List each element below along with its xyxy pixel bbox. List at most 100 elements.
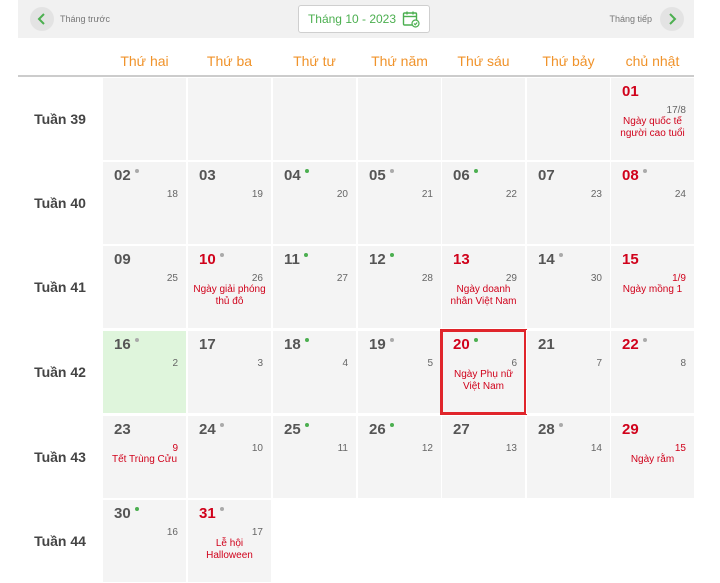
day-cell[interactable]: 08 24 [610, 161, 695, 245]
next-month-button[interactable]: Tháng tiếp [609, 7, 684, 31]
day-cell[interactable]: 11 27 [272, 245, 357, 329]
good-day-dot-icon [389, 253, 394, 257]
lunar-day-number: 4 [342, 358, 348, 369]
weekday-header: Thứ hai Thứ ba Thứ tư Thứ năm Thứ sáu Thứ bảy… [18, 48, 694, 74]
lunar-day-number: 25 [166, 273, 178, 284]
empty-day-cell [272, 77, 357, 161]
day-cell[interactable]: 01 17/8 Ngày quốc tế người cao tuổi [610, 77, 695, 161]
weekday-label: Thứ tư [293, 53, 336, 69]
lunar-day-number: 3 [257, 358, 263, 369]
weekday-label: Thứ ba [206, 53, 253, 69]
lunar-day-number: 18 [166, 189, 178, 200]
day-number-text: 25 [284, 421, 301, 438]
good-day-dot-icon [473, 169, 478, 173]
day-cell[interactable]: 21 7 [526, 330, 611, 414]
event-dot-icon [219, 507, 224, 511]
solar-day-number: 24 [199, 421, 224, 438]
day-cell[interactable]: 02 18 [102, 161, 187, 245]
week-number-label: Tuần 42 [34, 364, 86, 380]
day-cell[interactable]: 14 30 [526, 245, 611, 329]
prev-month-label: Tháng trước [60, 14, 110, 24]
day-number-text: 16 [114, 336, 131, 353]
day-cell[interactable]: 15 1/9 Ngày mồng 1 [610, 245, 695, 329]
solar-day-number: 23 [114, 421, 131, 438]
day-cell[interactable]: 17 3 [187, 330, 272, 414]
weekday-label: Thứ năm [371, 53, 428, 69]
day-cell[interactable]: 13 29 Ngày doanh nhân Việt Nam [441, 245, 526, 329]
day-cell[interactable]: 25 11 [272, 415, 357, 499]
day-cell[interactable]: 10 26 Ngày giải phóng thủ đô [187, 245, 272, 329]
day-cell[interactable]: 12 28 [357, 245, 442, 329]
holiday-label: Ngày doanh nhân Việt Nam [450, 284, 517, 307]
empty-day-cell [357, 499, 442, 583]
day-cell[interactable]: 18 4 [272, 330, 357, 414]
good-day-dot-icon [304, 338, 309, 342]
day-number-text: 31 [199, 505, 216, 522]
day-cell[interactable]: 31 17 Lễ hội Halloween [187, 499, 272, 583]
day-cell[interactable]: 07 23 [526, 161, 611, 245]
prev-month-button[interactable]: Tháng trước [30, 7, 110, 31]
lunar-day-number: 17/8 [666, 105, 686, 116]
week-number-label: Tuần 39 [34, 111, 86, 127]
day-cell[interactable]: 03 19 [187, 161, 272, 245]
day-cell[interactable]: 28 14 [526, 415, 611, 499]
lunar-day-number: 9 [172, 443, 178, 454]
solar-day-number: 11 [284, 251, 308, 268]
day-number-text: 15 [622, 251, 639, 268]
empty-day-cell [441, 499, 526, 583]
empty-day-cell [526, 499, 611, 583]
day-cell[interactable]: 19 5 [357, 330, 442, 414]
day-cell[interactable]: 22 8 [610, 330, 695, 414]
solar-day-number: 05 [369, 167, 394, 184]
empty-day-cell [187, 77, 272, 161]
holiday-label: Ngày quốc tế người cao tuổi [620, 116, 685, 139]
lunar-day-number: 28 [421, 273, 433, 284]
lunar-day-number: 1/9 [672, 273, 686, 284]
day-cell[interactable]: 27 13 [441, 415, 526, 499]
day-number-text: 10 [199, 251, 216, 268]
lunar-day-number: 2 [172, 358, 178, 369]
lunar-day-number: 12 [421, 443, 433, 454]
good-day-dot-icon [304, 169, 309, 173]
lunar-day-number: 11 [337, 443, 348, 454]
day-cell[interactable]: 26 12 [357, 415, 442, 499]
solar-day-number: 22 [622, 336, 647, 353]
good-day-dot-icon [303, 253, 308, 257]
solar-day-number: 01 [622, 83, 639, 100]
selected-day-highlight [440, 329, 527, 415]
month-picker[interactable]: Tháng 10 - 2023 [298, 5, 430, 33]
day-cell[interactable]: 23 9 Tết Trùng Cửu [102, 415, 187, 499]
solar-day-number: 14 [538, 251, 563, 268]
day-number-text: 02 [114, 167, 131, 184]
chevron-right-icon [660, 7, 684, 31]
holiday-label: Ngày giải phóng thủ đô [193, 284, 266, 307]
event-dot-icon [389, 338, 394, 342]
day-cell[interactable]: 24 10 [187, 415, 272, 499]
day-cell[interactable]: 04 20 [272, 161, 357, 245]
day-number-text: 17 [199, 336, 216, 353]
good-day-dot-icon [134, 507, 139, 511]
day-number-text: 03 [199, 167, 216, 184]
lunar-day-number: 24 [674, 189, 686, 200]
day-number-text: 24 [199, 421, 216, 438]
day-number-text: 05 [369, 167, 386, 184]
solar-day-number: 07 [538, 167, 555, 184]
solar-day-number: 13 [453, 251, 470, 268]
day-number-text: 23 [114, 421, 131, 438]
day-cell[interactable]: 06 22 [441, 161, 526, 245]
day-cell[interactable]: 16 2 [102, 330, 187, 414]
lunar-day-number: 22 [505, 189, 517, 200]
day-cell[interactable]: 09 25 [102, 245, 187, 329]
day-cell[interactable]: 29 15 Ngày rằm [610, 415, 695, 499]
solar-day-number: 18 [284, 336, 309, 353]
event-dot-icon [134, 338, 139, 342]
weekday-label: chủ nhật [625, 53, 680, 69]
day-number-text: 08 [622, 167, 639, 184]
day-number-text: 12 [369, 251, 386, 268]
holiday-label: Lễ hội Halloween [206, 538, 253, 561]
day-number-text: 11 [284, 251, 300, 268]
day-cell[interactable]: 30 16 [102, 499, 187, 583]
event-dot-icon [558, 253, 563, 257]
day-cell[interactable]: 05 21 [357, 161, 442, 245]
solar-day-number: 04 [284, 167, 309, 184]
